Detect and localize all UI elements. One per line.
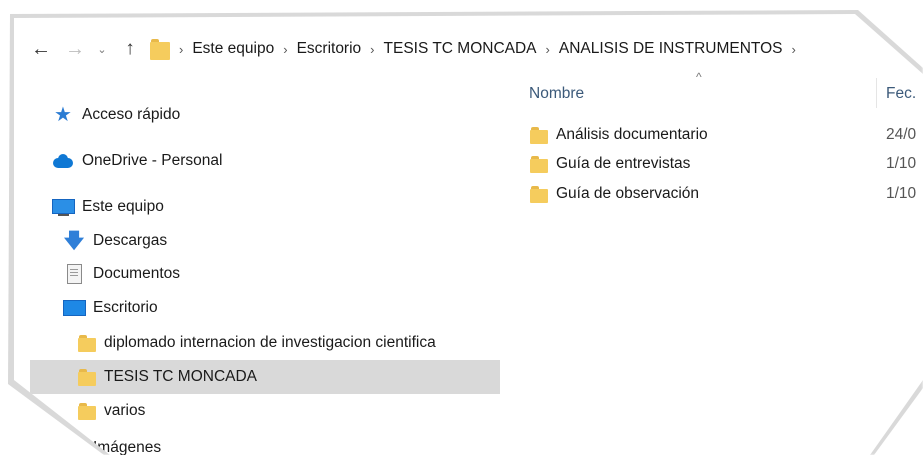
sort-ascending-icon: ^ [696, 70, 702, 84]
sidebar-item-label: Descargas [93, 232, 168, 249]
file-row[interactable]: Guía de observación 1/10 [530, 180, 923, 208]
sidebar-item-label: Este equipo [82, 198, 164, 215]
breadcrumb-separator-icon[interactable]: › [283, 42, 287, 57]
recent-locations-chevron-icon[interactable]: ⌄ [94, 43, 110, 56]
column-header-date[interactable]: Fec. [886, 85, 916, 103]
sidebar-item-diplomado[interactable]: diplomado internacion de investigacion c… [78, 326, 436, 360]
breadcrumb-item-escritorio[interactable]: Escritorio [297, 40, 362, 58]
star-icon: ★ [54, 104, 72, 126]
download-icon: 🡇 [63, 230, 85, 252]
folder-icon [530, 185, 548, 203]
sidebar-item-escritorio[interactable]: Escritorio [63, 291, 158, 325]
file-row[interactable]: Guía de entrevistas 1/10 [530, 150, 923, 178]
sidebar-item-label: diplomado internacion de investigacion c… [104, 334, 436, 351]
explorer-window: ← → ⌄ ↑ › Este equipo › Escritorio › TES… [14, 14, 923, 455]
file-name: Guía de entrevistas [556, 155, 691, 172]
breadcrumb-separator-icon[interactable]: › [179, 42, 183, 57]
sidebar-item-acceso-rapido[interactable]: ★ Acceso rápido [52, 98, 180, 132]
sidebar-item-documentos[interactable]: Documentos [63, 257, 180, 291]
folder-icon [78, 368, 96, 386]
sidebar-item-este-equipo[interactable]: Este equipo [52, 190, 164, 224]
sidebar-item-descargas[interactable]: 🡇 Descargas [63, 224, 167, 258]
file-name: Análisis documentario [556, 126, 708, 143]
breadcrumb[interactable]: › Este equipo › Escritorio › TESIS TC MO… [150, 34, 805, 64]
computer-icon [52, 197, 75, 217]
up-arrow-icon[interactable]: ↑ [118, 36, 142, 62]
desktop-icon [63, 298, 86, 318]
sidebar-item-label: Escritorio [93, 299, 158, 316]
cloud-icon [52, 151, 74, 171]
document-icon [63, 264, 85, 284]
sidebar-item-label: OneDrive - Personal [82, 152, 223, 169]
file-list-pane: ^ Nombre Fec. Análisis documentario 24/0… [500, 70, 923, 455]
navigation-pane: ★ Acceso rápido OneDrive - Personal Este… [30, 95, 500, 455]
back-arrow-icon[interactable]: ← [28, 36, 54, 62]
file-row[interactable]: Análisis documentario 24/0 [530, 121, 923, 149]
breadcrumb-separator-icon[interactable]: › [546, 42, 550, 57]
sidebar-item-imagenes[interactable]: Imágenes [63, 431, 161, 455]
breadcrumb-trailing-chevron-icon[interactable]: › [792, 42, 796, 57]
folder-icon [78, 334, 96, 352]
address-bar: ← → ⌄ ↑ › Este equipo › Escritorio › TES… [28, 30, 908, 68]
breadcrumb-separator-icon[interactable]: › [370, 42, 374, 57]
file-name: Guía de observación [556, 185, 700, 202]
forward-arrow-icon[interactable]: → [62, 36, 88, 62]
breadcrumb-item-analisis-de-instrumentos[interactable]: ANALISIS DE INSTRUMENTOS [559, 40, 783, 58]
folder-icon [150, 38, 170, 60]
sidebar-item-label: Acceso rápido [82, 106, 181, 123]
file-date: 1/10 [886, 185, 917, 202]
column-divider[interactable] [876, 78, 877, 108]
sidebar-item-varios[interactable]: varios [78, 394, 145, 428]
sidebar-item-label: Documentos [93, 265, 181, 282]
sidebar-item-label: varios [104, 402, 146, 419]
column-header-name[interactable]: Nombre [529, 85, 584, 103]
file-date: 1/10 [886, 155, 917, 172]
pictures-icon [63, 438, 85, 455]
file-date: 24/0 [886, 126, 917, 143]
sidebar-item-onedrive[interactable]: OneDrive - Personal [52, 144, 222, 178]
breadcrumb-item-este-equipo[interactable]: Este equipo [192, 40, 274, 58]
folder-icon [530, 126, 548, 144]
sidebar-item-label: TESIS TC MONCADA [104, 368, 258, 385]
sidebar-item-tesis-tc-moncada[interactable]: TESIS TC MONCADA [30, 360, 500, 394]
breadcrumb-item-tesis-tc-moncada[interactable]: TESIS TC MONCADA [384, 40, 537, 58]
folder-icon [78, 402, 96, 420]
folder-icon [530, 155, 548, 173]
